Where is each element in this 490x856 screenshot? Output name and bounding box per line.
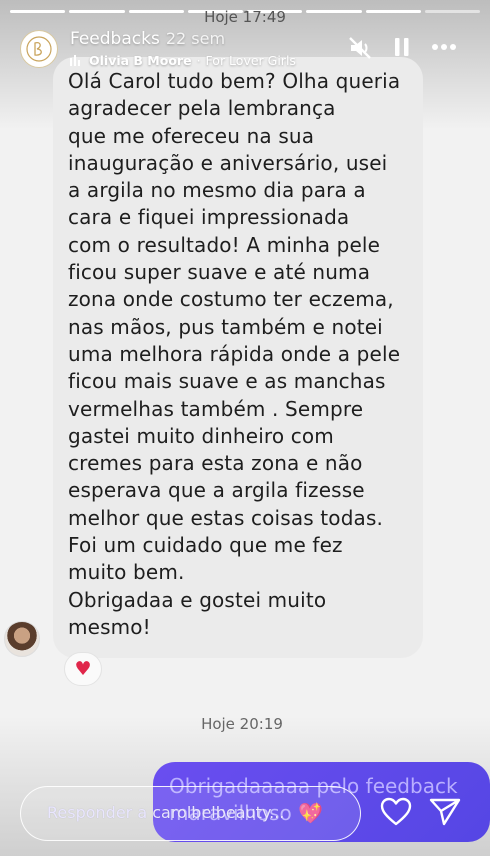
more-icon (432, 44, 456, 50)
story-time: 22 sem (165, 29, 226, 48)
heart-reaction[interactable]: ♥ (64, 652, 102, 686)
mute-button[interactable] (348, 36, 374, 64)
timestamp-top: Hoje 17:49 (204, 8, 286, 26)
profile-avatar[interactable] (20, 30, 58, 68)
timestamp-mid: Hoje 20:19 (201, 715, 283, 733)
mute-icon (349, 37, 371, 59)
message-text: Olá Carol tudo bem? Olha queria agradece… (68, 69, 401, 639)
pause-button[interactable] (394, 36, 410, 62)
story-header: Feedbacks 22 sem Olivia B Moore · For Lov… (20, 28, 476, 70)
logo-icon (26, 36, 52, 62)
heart-outline-icon (380, 797, 412, 826)
pause-icon (395, 38, 409, 56)
heart-reaction-icon: ♥ (74, 658, 92, 680)
reply-placeholder: Responder a carolbelbeauty... (47, 803, 285, 822)
music-track: For Lover Girls (205, 53, 296, 68)
send-icon (429, 798, 461, 826)
like-button[interactable] (380, 797, 412, 831)
music-artist: Olivia B Moore (89, 53, 192, 68)
story-title: Feedbacks (70, 29, 160, 49)
music-bars-icon (70, 54, 80, 66)
sender-avatar[interactable] (4, 621, 40, 657)
send-button[interactable] (429, 797, 461, 831)
more-button[interactable] (430, 36, 458, 62)
music-label[interactable]: Olivia B Moore · For Lover Girls (70, 53, 296, 68)
story-title-row[interactable]: Feedbacks 22 sem (70, 29, 225, 49)
music-separator: · (196, 53, 201, 68)
